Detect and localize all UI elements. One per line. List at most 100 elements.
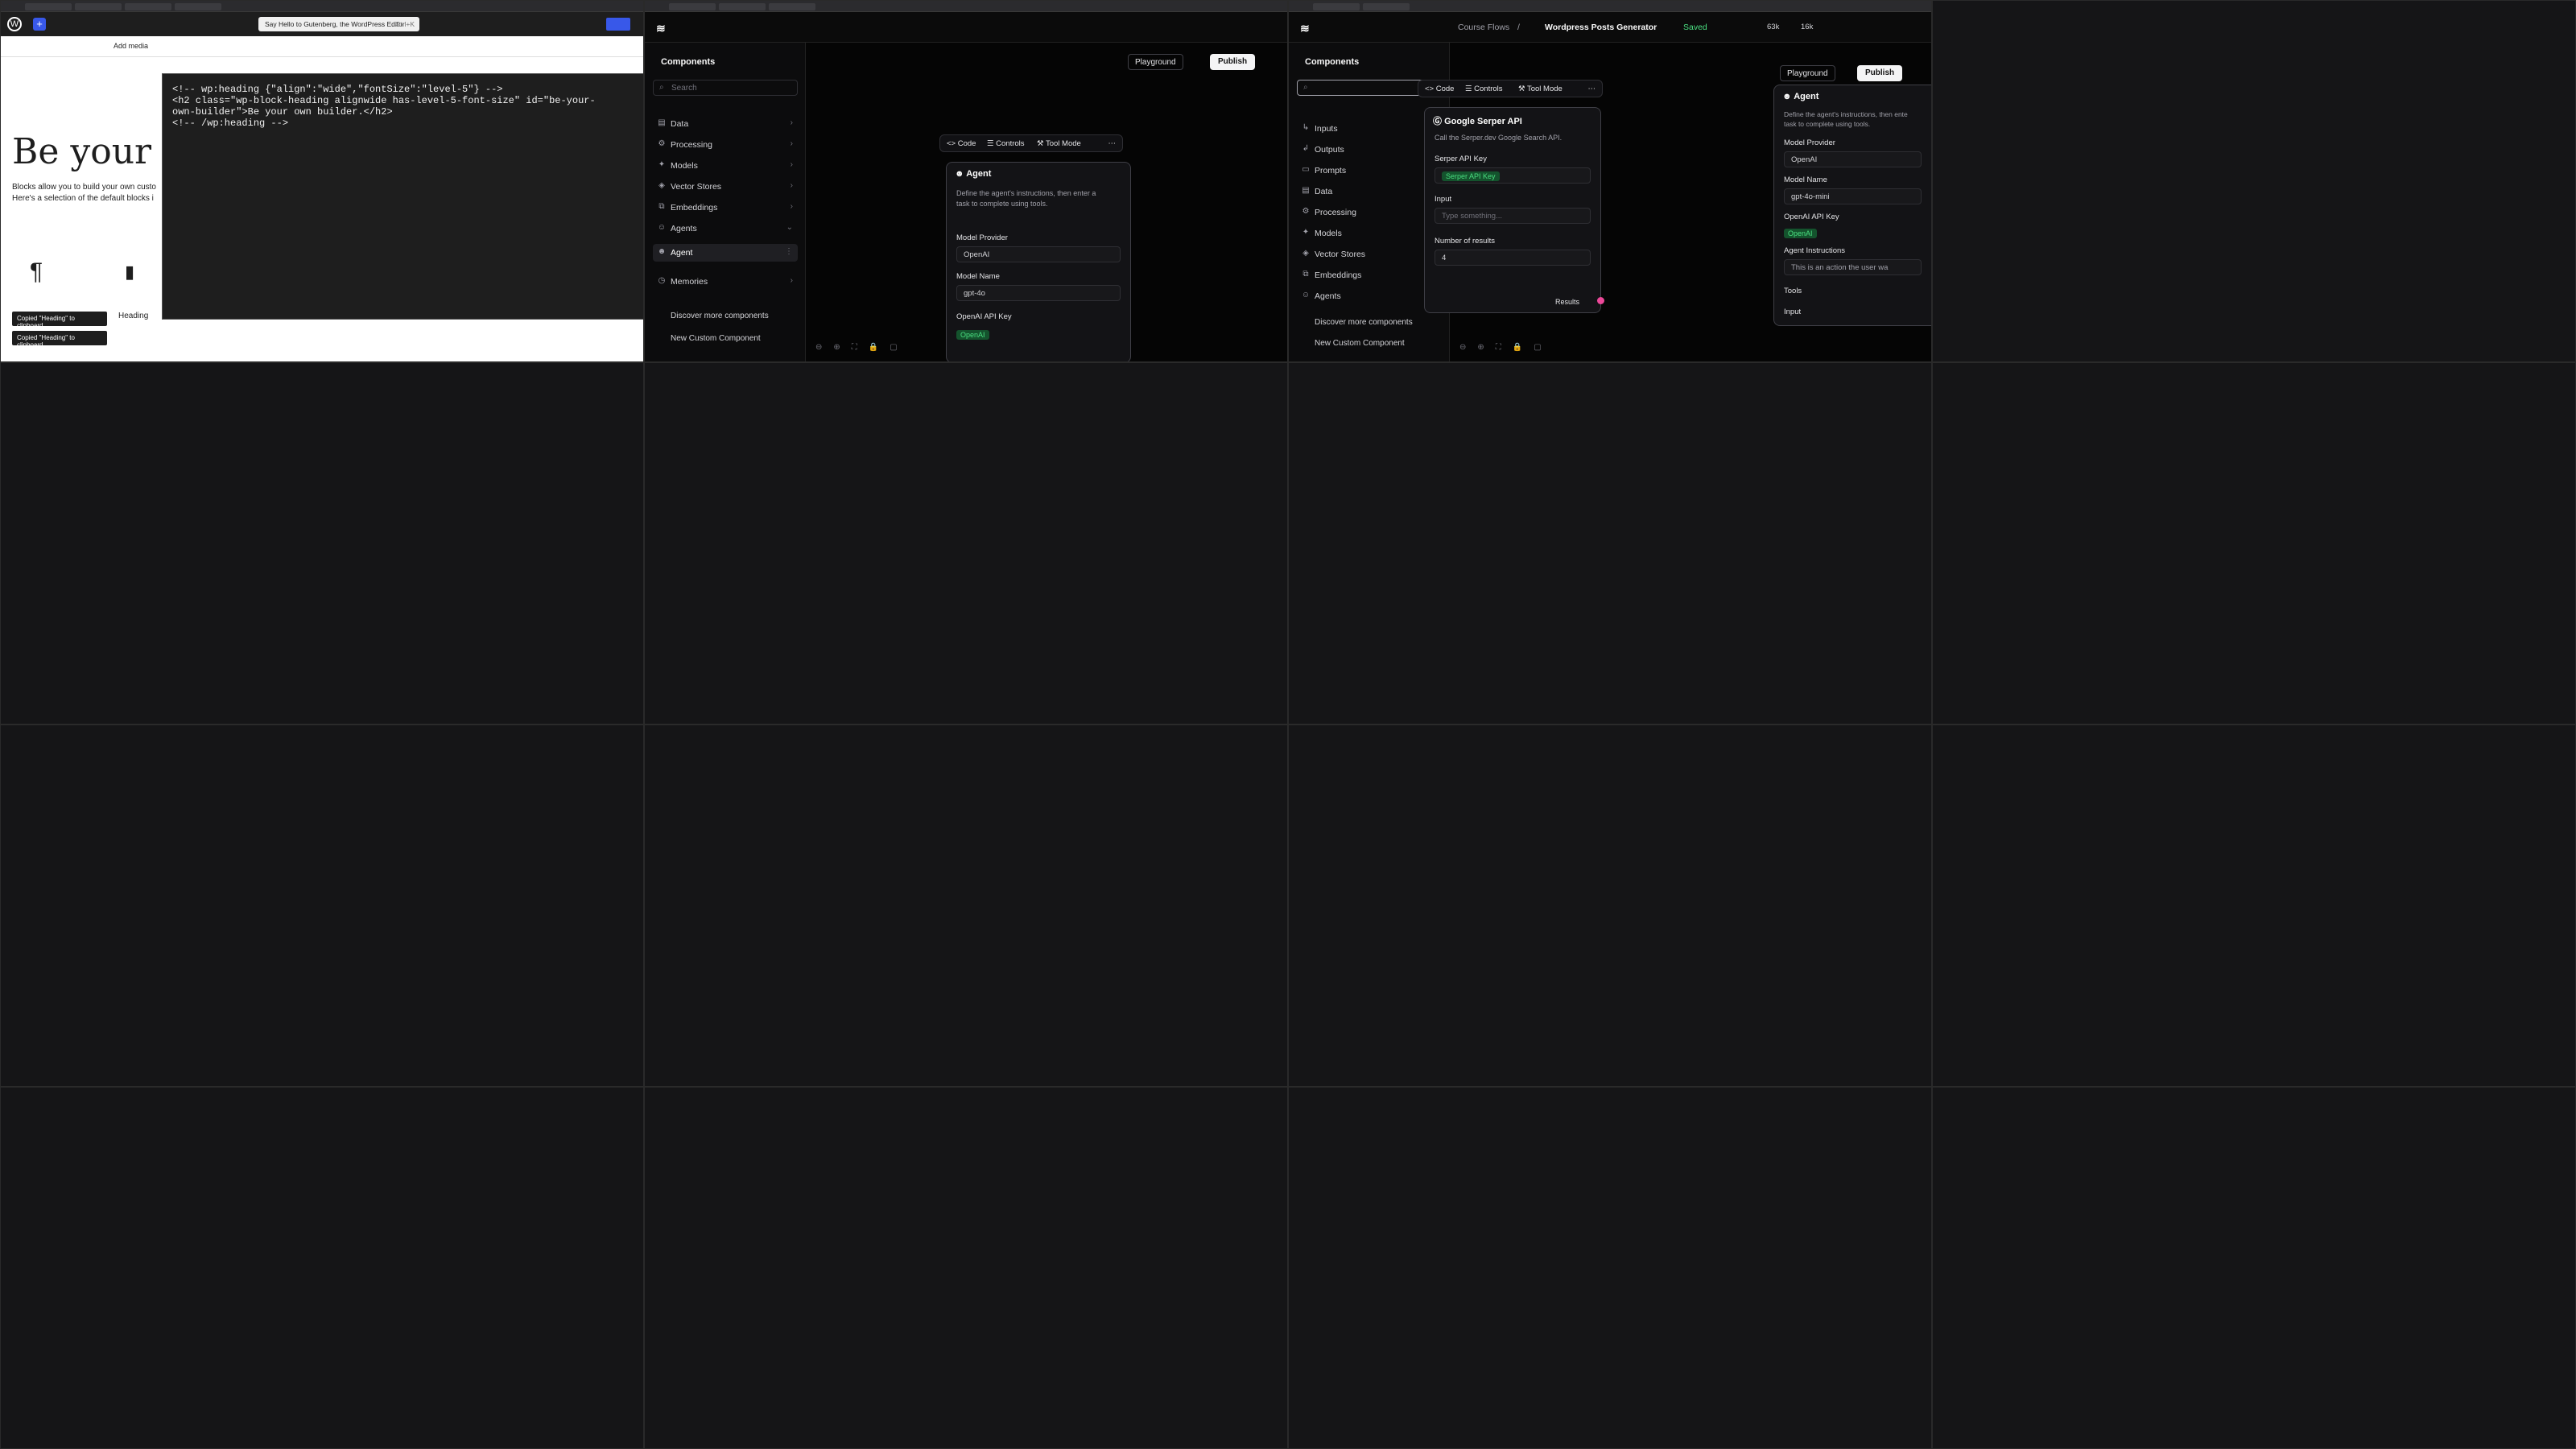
sidebar-item-vector-stores[interactable]: ◈Vector Stores› [1297,246,1442,263]
browser-tab[interactable] [769,3,815,10]
code-button[interactable]: <> Code [1425,85,1454,93]
sidebar-item-agent[interactable]: ☻ Agent ⋮ [653,244,798,262]
google-serper-node[interactable]: Ⓖ Google Serper API Call the Serper.dev … [1424,107,1604,313]
sidebar-item-memories[interactable]: ◷ Memories › [653,273,798,291]
canvas-controls[interactable]: ⊖⊕⛶🔒▢ [815,343,909,352]
tools-input[interactable]: Tools [1784,287,1802,295]
code-editor-popover[interactable]: <!-- wp:heading {"align":"wide","fontSiz… [162,73,643,320]
sidebar-item-processing[interactable]: ⚙Processing› [653,136,798,154]
wordpress-editor: W + Say Hello to Gutenberg, the WordPres… [1,12,643,361]
search-icon: ⌕ [1303,83,1308,92]
model-name-select[interactable]: gpt-4o-mini [1784,188,1922,204]
api-key-field[interactable]: OpenAI [1784,225,1817,240]
tool-mode-button[interactable]: ⚒ Tool Mode [1518,85,1563,93]
input-port[interactable]: Input [1784,308,1801,316]
instructions-field[interactable]: This is an action the user wa [1784,259,1922,275]
sidebar-item-prompts[interactable]: ▭Prompts› [1297,162,1442,180]
node-title: Ⓖ Google Serper API [1433,114,1522,127]
breadcrumb-root[interactable]: Course Flows [1458,23,1509,32]
panel-background [1933,725,2575,1086]
flow-canvas[interactable]: Playground Publish <> Code ☰ Controls ⚒ … [806,43,1287,361]
chevron-right-icon: › [790,118,793,127]
browser-tab[interactable] [175,3,221,10]
sidebar-item-agents[interactable]: ☺ Agents ⌄ [653,220,798,237]
num-results-field[interactable]: 4 [1435,250,1591,266]
tool-mode-button[interactable]: ⚒ Tool Mode [1037,139,1081,148]
paragraph-line[interactable]: Blocks allow you to build your own custo [12,183,156,192]
browser-tab[interactable] [25,3,72,10]
sidebar-item-vector-stores[interactable]: ◈Vector Stores› [653,178,798,196]
browser-tab[interactable] [75,3,122,10]
browser-tab[interactable] [719,3,766,10]
code-line: <!-- /wp:heading --> [172,118,289,129]
flow-canvas[interactable]: <> Code ☰ Controls ⚒ Tool Mode ⋯ Ⓖ Googl… [1418,43,1931,361]
agent-node[interactable]: ☻ Agent Define the agent's instructions,… [1773,85,1931,326]
agent-node[interactable]: ☻ Agent Define the agent's instructions,… [946,162,1131,361]
more-options-icon[interactable]: ⋯ [1588,85,1596,93]
sidebar-item-outputs[interactable]: ↲Outputs› [1297,141,1442,159]
num-results-value: 4 [1442,254,1447,262]
breadcrumb-separator: / [1517,23,1520,32]
github-forks[interactable]: 16k [1801,23,1813,31]
new-custom-component-button[interactable]: New Custom Component [1297,339,1442,348]
publish-button[interactable]: Publish [1857,65,1903,81]
sidebar-item-data[interactable]: ▤Data› [653,115,798,133]
add-block-icon[interactable]: + [33,18,46,31]
canvas-controls[interactable]: ⊖⊕⛶🔒▢ [1459,343,1553,352]
browser-tab[interactable] [1363,3,1410,10]
model-provider-select[interactable]: OpenAI [1784,151,1922,167]
playground-button[interactable]: Playground [1780,65,1835,81]
browser-tab[interactable] [1313,3,1360,10]
more-options-icon[interactable]: ⋯ [1108,139,1117,148]
browser-tab[interactable] [669,3,716,10]
api-key-badge: Serper API Key [1442,171,1500,181]
sidebar-item-models[interactable]: ✦Models› [653,157,798,175]
flow-header: ≋ [645,12,1287,43]
publish-button[interactable] [606,18,630,31]
discover-components-link[interactable]: Discover more components [1297,318,1442,327]
inputs-icon: ↳ [1302,123,1310,132]
controls-button[interactable]: ☰ Controls [987,139,1025,148]
api-key-field[interactable]: OpenAI [956,327,989,341]
clipboard-toast: Copied "Heading" to clipboard. [12,312,107,329]
code-button[interactable]: <> Code [947,139,976,148]
sidebar-item-embeddings[interactable]: ⧉Embeddings› [1297,266,1442,284]
components-sidebar: Components ⌕ Search ▤ Data › ⚙ Processing › ✦… [645,43,806,361]
paragraph-line[interactable]: Here's a selection of the default blocks… [12,194,154,203]
flow-name[interactable]: Wordpress Posts Generator [1545,23,1657,32]
controls-button[interactable]: ☰ Controls [1465,85,1503,93]
github-stars[interactable]: 63k [1767,23,1779,31]
sidebar-item-agents[interactable]: ☺Agents› [1297,287,1442,305]
model-provider-select[interactable]: OpenAI [956,246,1121,262]
model-name-select[interactable]: gpt-4o [956,285,1121,301]
wordpress-logo-icon[interactable]: W [7,17,22,31]
results-output[interactable]: Results [1555,298,1579,306]
sidebar-title: Components [1305,57,1360,67]
code-line: <!-- wp:heading {"align":"wide","fontSiz… [172,84,503,95]
sidebar-item-embeddings[interactable]: ⧉Embeddings› [653,199,798,217]
drag-handle-icon: ⋮ [785,247,793,256]
sidebar-title: Components [661,57,716,67]
search-input-field[interactable]: Type something... [1435,208,1591,224]
add-media-button[interactable]: Add media [114,42,148,50]
sidebar-item-models[interactable]: ✦Models› [1297,225,1442,242]
panel-playground-eiffel [0,362,644,724]
new-custom-component-button[interactable]: New Custom Component [653,334,798,343]
sidebar-item-processing[interactable]: ⚙Processing› [1297,204,1442,221]
output-handle[interactable] [1597,297,1604,304]
agent-icon: ☻ [1782,92,1794,101]
discover-components-link[interactable]: Discover more components [653,312,798,320]
publish-button[interactable]: Publish [1210,54,1256,70]
playground-button[interactable]: Playground [1128,54,1183,70]
document-title-bar[interactable]: Say Hello to Gutenberg, the WordPress Ed… [258,17,419,31]
sidebar-item-inputs[interactable]: ↳Inputs› [1297,120,1442,138]
langflow-logo-icon[interactable]: ≋ [1300,22,1315,35]
component-search-input[interactable]: ⌕ Search [653,80,798,96]
browser-tab[interactable] [125,3,171,10]
api-key-field[interactable]: Serper API Key [1435,167,1591,184]
langflow-logo-icon[interactable]: ≋ [656,22,671,35]
bookmark-icon[interactable]: ▮ [125,262,134,283]
chevron-right-icon: › [790,139,793,148]
pilcrow-icon[interactable]: ¶ [30,258,43,286]
sidebar-item-data[interactable]: ▤Data› [1297,183,1442,200]
